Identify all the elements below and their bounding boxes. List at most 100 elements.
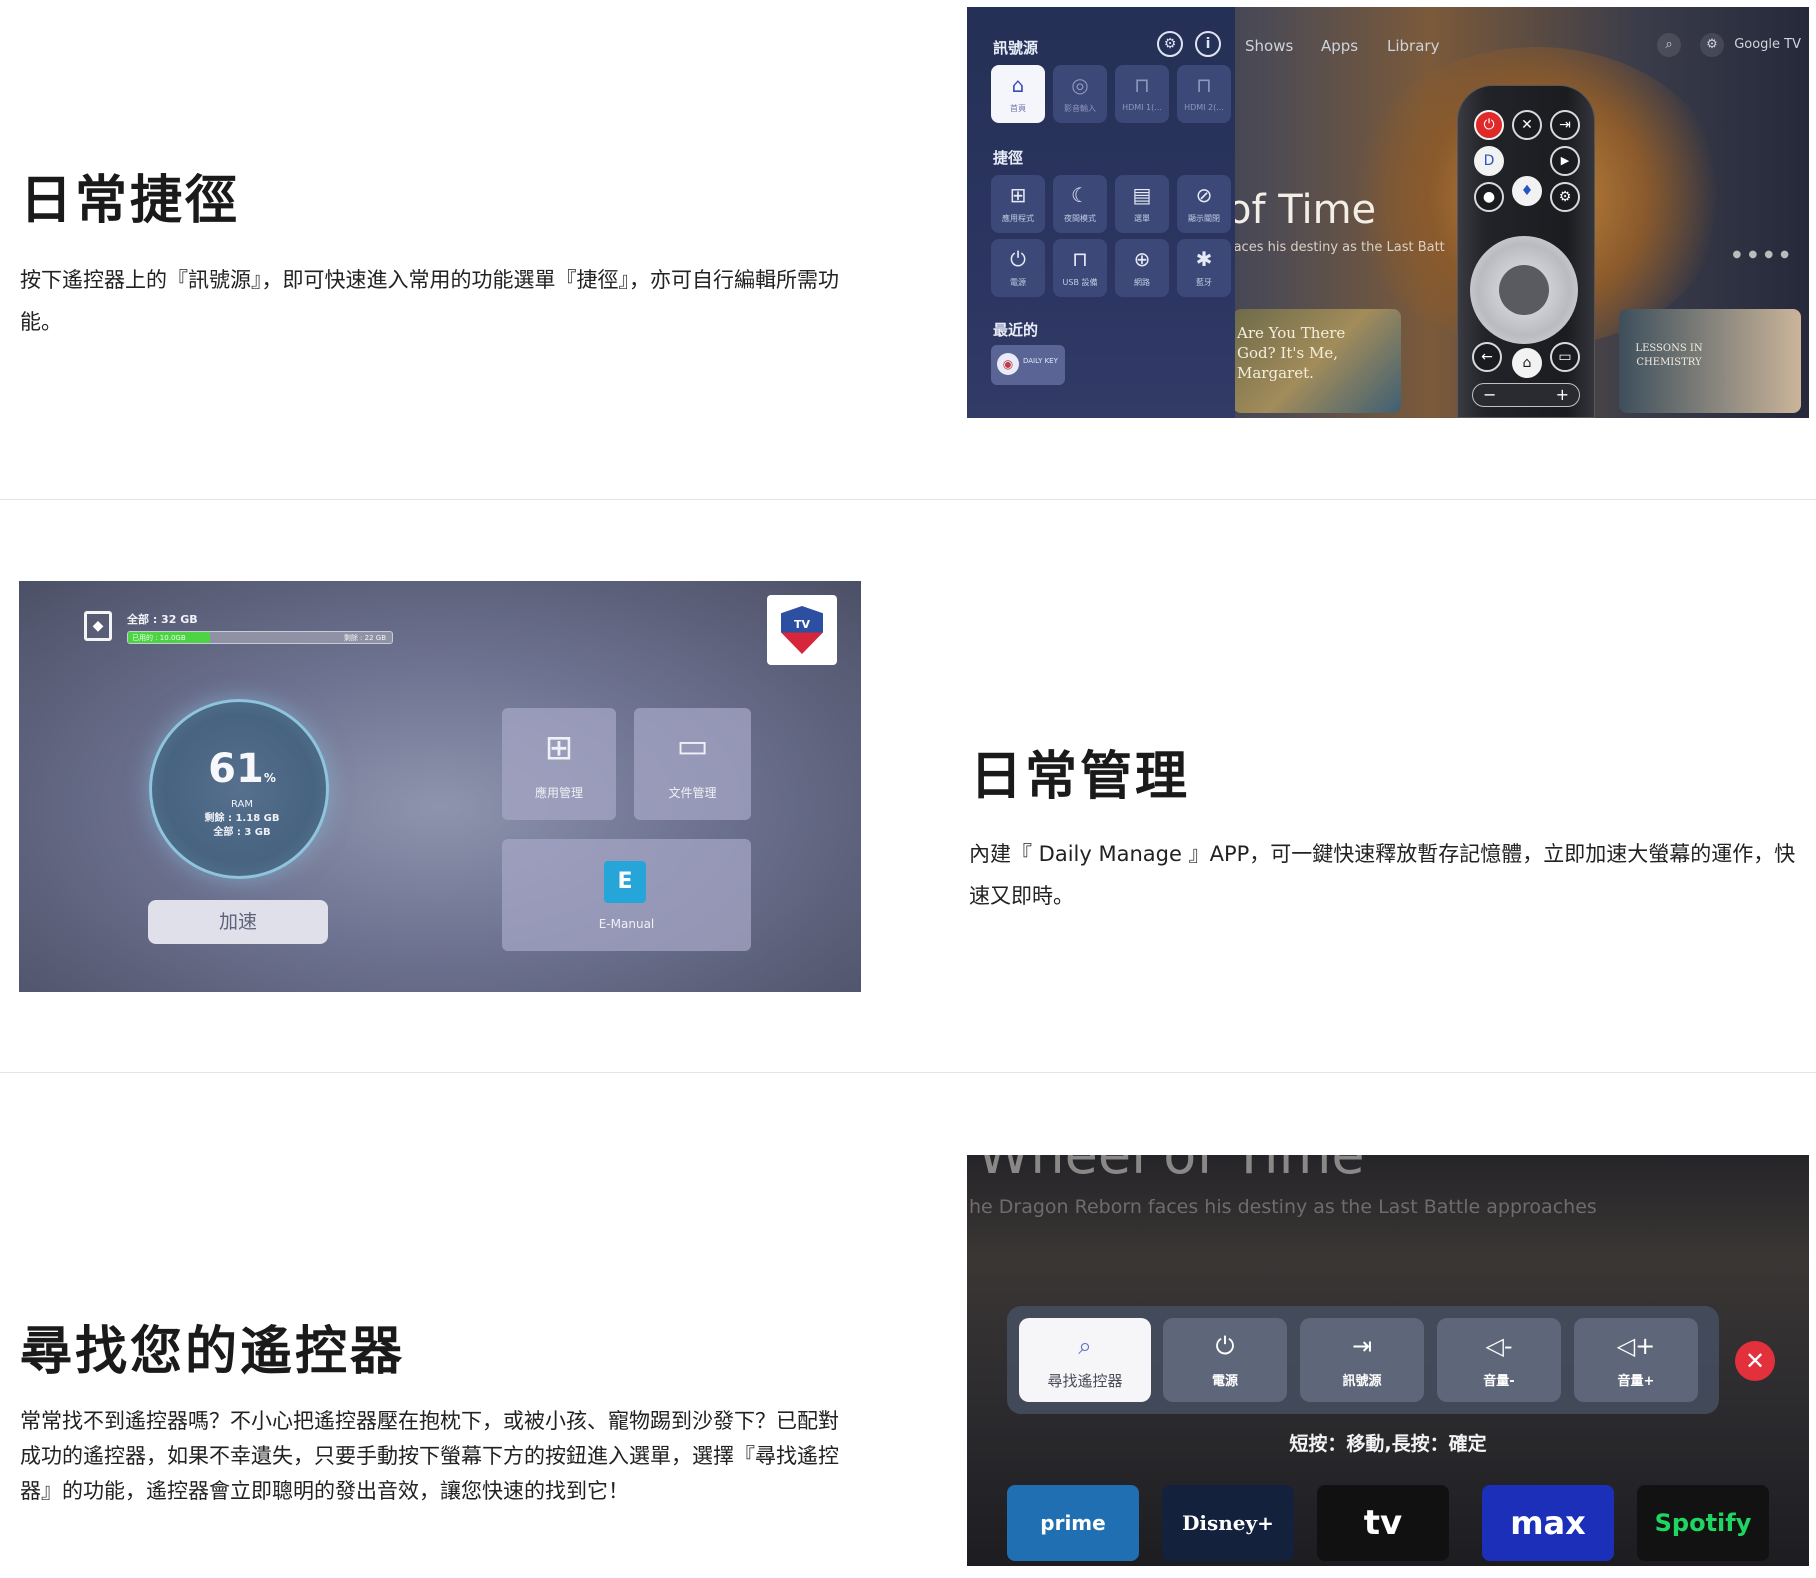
ram-left: 剩餘 : 1.18 GB bbox=[204, 813, 280, 824]
section-manage: ◆ 全部 : 32 GB 已用的 : 10.0GB 剩餘 : 22 GB TV … bbox=[0, 500, 1816, 1072]
video-input-icon: ◎ bbox=[1071, 73, 1089, 97]
find-remote-icon: ⌕ bbox=[1078, 1332, 1092, 1360]
network-icon: ⊕ bbox=[1133, 247, 1151, 271]
source-home[interactable]: ⌂ 首頁 bbox=[991, 65, 1045, 123]
bg-show-title: Wheel of Time bbox=[977, 1155, 1365, 1186]
action-power[interactable]: ⏻ 電源 bbox=[1163, 1318, 1287, 1402]
shortcut-network-label: 網路 bbox=[1134, 278, 1150, 287]
app-manage-label: 應用管理 bbox=[534, 786, 583, 800]
input-icon: ⇥ bbox=[1550, 110, 1580, 140]
action-find-remote[interactable]: ⌕ 尋找遙控器 bbox=[1019, 1318, 1151, 1402]
tv-badge: TV bbox=[767, 595, 837, 665]
hdmi-icon: ⊓ bbox=[1134, 73, 1150, 97]
search-icon[interactable]: ⌕ bbox=[1657, 33, 1681, 57]
input-source-icon: ⇥ bbox=[1351, 1332, 1373, 1360]
app-manage-card[interactable]: ⊞ 應用管理 bbox=[502, 708, 616, 820]
grid-icon: ⊞ bbox=[544, 728, 574, 768]
storage-left-text: 剩餘 : 22 GB bbox=[343, 634, 386, 642]
quick-action-bar: ⌕ 尋找遙控器 ⏻ 電源 ⇥ 訊號源 ◁- 音量- ◁+ 音量+ bbox=[1007, 1306, 1719, 1414]
home-icon: ⌂ bbox=[1011, 73, 1025, 97]
action-voldown-label: 音量- bbox=[1483, 1374, 1515, 1389]
navigation-hint: 短按：移動,長按：確定 bbox=[1289, 1433, 1487, 1455]
night-mode-icon: ☾ bbox=[1071, 183, 1089, 207]
storage-bar: 已用的 : 10.0GB 剩餘 : 22 GB bbox=[127, 631, 393, 644]
file-manage-card[interactable]: ▭ 文件管理 bbox=[634, 708, 751, 820]
action-volume-up[interactable]: ◁+ 音量+ bbox=[1574, 1318, 1698, 1402]
recent-app-daily-key[interactable]: ◉ DAILY KEY bbox=[991, 345, 1065, 385]
tv-nav-shows[interactable]: Shows bbox=[1245, 37, 1293, 55]
storage-total: 全部 : 32 GB bbox=[127, 613, 198, 626]
shortcut-night-label: 夜間模式 bbox=[1064, 214, 1096, 223]
app-disney-plus[interactable]: Disney+ bbox=[1162, 1485, 1294, 1561]
app-prime-video[interactable]: prime video bbox=[1007, 1485, 1139, 1561]
ram-percent-unit: % bbox=[263, 771, 276, 785]
screenshot-google-tv-shortcuts: of Time faces his destiny as the Last Ba… bbox=[967, 7, 1809, 418]
tv-nav-apps[interactable]: Apps bbox=[1321, 37, 1358, 55]
shortcut-display-off[interactable]: ⊘ 顯示關閉 bbox=[1177, 175, 1231, 233]
daily-key-icon: ◉ bbox=[997, 353, 1019, 375]
boost-button[interactable]: 加速 bbox=[148, 900, 328, 944]
action-volume-down[interactable]: ◁- 音量- bbox=[1437, 1318, 1561, 1402]
source-hdmi2-label: HDMI 2(... bbox=[1184, 103, 1224, 112]
action-power-label: 電源 bbox=[1211, 1374, 1238, 1389]
profile-icon: ● bbox=[1474, 182, 1504, 212]
mic-icon: ♦ bbox=[1512, 176, 1542, 206]
settings-icon[interactable]: ⚙ bbox=[1700, 33, 1724, 57]
shortcut-bluetooth[interactable]: ✱ 藍牙 bbox=[1177, 239, 1231, 297]
body-shortcuts: 按下遙控器上的『訊號源』，即可快速進入常用的功能選單『捷徑』，亦可自行編輯所需功… bbox=[20, 268, 839, 334]
app-apple-tv[interactable]: tv bbox=[1317, 1485, 1449, 1561]
shortcut-power[interactable]: ⏻ 電源 bbox=[991, 239, 1045, 297]
shortcut-display-label: 顯示關閉 bbox=[1188, 214, 1220, 223]
display-off-icon: ⊘ bbox=[1195, 183, 1213, 207]
shortcut-apps[interactable]: ⊞ 應用程式 bbox=[991, 175, 1045, 233]
hero-title: of Time bbox=[1227, 187, 1377, 233]
close-icon[interactable]: ✕ bbox=[1735, 1341, 1775, 1381]
ok-button bbox=[1499, 265, 1549, 315]
shortcut-network[interactable]: ⊕ 網路 bbox=[1115, 239, 1169, 297]
screenshot-daily-manage: ◆ 全部 : 32 GB 已用的 : 10.0GB 剩餘 : 22 GB TV … bbox=[19, 581, 861, 992]
mute-icon: ✕ bbox=[1512, 110, 1542, 140]
ram-label: RAM bbox=[230, 799, 253, 810]
source-hdmi1[interactable]: ⊓ HDMI 1(... bbox=[1115, 65, 1169, 123]
shortcut-bluetooth-label: 藍牙 bbox=[1196, 278, 1212, 287]
shortcuts-label: 捷徑 bbox=[993, 149, 1024, 167]
recent-app-label: DAILY KEY bbox=[1023, 357, 1058, 365]
dash-icon: D bbox=[1474, 146, 1504, 176]
source-home-label: 首頁 bbox=[1010, 104, 1026, 113]
body-find-remote: 常常找不到遙控器嗎？不小心把遙控器壓在抱枕下，或被小孩、寵物踢到沙發下？已配對成… bbox=[20, 1409, 839, 1503]
remote-control: ⏻ ✕ ⇥ D ▶ ● ♦ ⚙ ← ⌂ ▭ − + bbox=[1457, 85, 1595, 418]
back-icon: ← bbox=[1472, 342, 1502, 372]
power-icon: ⏻ bbox=[1215, 1332, 1235, 1360]
screenshot-find-remote: Wheel of Time he Dragon Reborn faces his… bbox=[967, 1155, 1809, 1566]
menu-icon: ▤ bbox=[1132, 183, 1152, 207]
app-max[interactable]: max bbox=[1482, 1485, 1614, 1561]
volume-down-icon: ◁- bbox=[1485, 1332, 1513, 1360]
emanual-label: E-Manual bbox=[598, 917, 655, 931]
shortcut-usb-label: USB 設備 bbox=[1062, 278, 1098, 287]
shortcut-usb[interactable]: ⊓ USB 設備 bbox=[1053, 239, 1107, 297]
usb-icon: ⊓ bbox=[1072, 247, 1088, 271]
section-shortcuts: 日常捷徑 按下遙控器上的『訊號源』，即可快速進入常用的功能選單『捷徑』，亦可自行… bbox=[0, 0, 1816, 500]
google-tv-brand: Google TV bbox=[1734, 37, 1801, 52]
shortcut-menu[interactable]: ▤ 選單 bbox=[1115, 175, 1169, 233]
action-input-source[interactable]: ⇥ 訊號源 bbox=[1300, 1318, 1424, 1402]
info-icon[interactable]: i bbox=[1195, 31, 1221, 57]
storage-used-text: 已用的 : 10.0GB bbox=[132, 634, 186, 642]
action-source-label: 訊號源 bbox=[1342, 1374, 1382, 1389]
ram-total: 全部 : 3 GB bbox=[213, 827, 271, 838]
tv-nav-library[interactable]: Library bbox=[1387, 37, 1439, 55]
tile-margaret-title: Are You There God? It's Me, Margaret. bbox=[1237, 324, 1346, 382]
emanual-card[interactable]: E E-Manual bbox=[502, 839, 751, 951]
settings-icon: ⚙ bbox=[1550, 182, 1580, 212]
source-video-input[interactable]: ◎ 影音輸入 bbox=[1053, 65, 1107, 123]
gear-icon[interactable]: ⚙ bbox=[1157, 31, 1183, 57]
shortcut-night-mode[interactable]: ☾ 夜間模式 bbox=[1053, 175, 1107, 233]
ram-percent-value: 61 bbox=[208, 746, 264, 792]
bg-show-subtitle: he Dragon Reborn faces his destiny as th… bbox=[969, 1196, 1597, 1218]
app-spotify[interactable]: Spotify bbox=[1637, 1485, 1769, 1561]
volume-up-icon: ◁+ bbox=[1616, 1332, 1656, 1360]
power-icon: ⏻ bbox=[1474, 110, 1504, 140]
tile-lessons-title: LESSONS IN CHEMISTRY bbox=[1635, 343, 1703, 368]
source-hdmi2[interactable]: ⊓ HDMI 2(... bbox=[1177, 65, 1231, 123]
home-icon: ⌂ bbox=[1512, 348, 1542, 378]
